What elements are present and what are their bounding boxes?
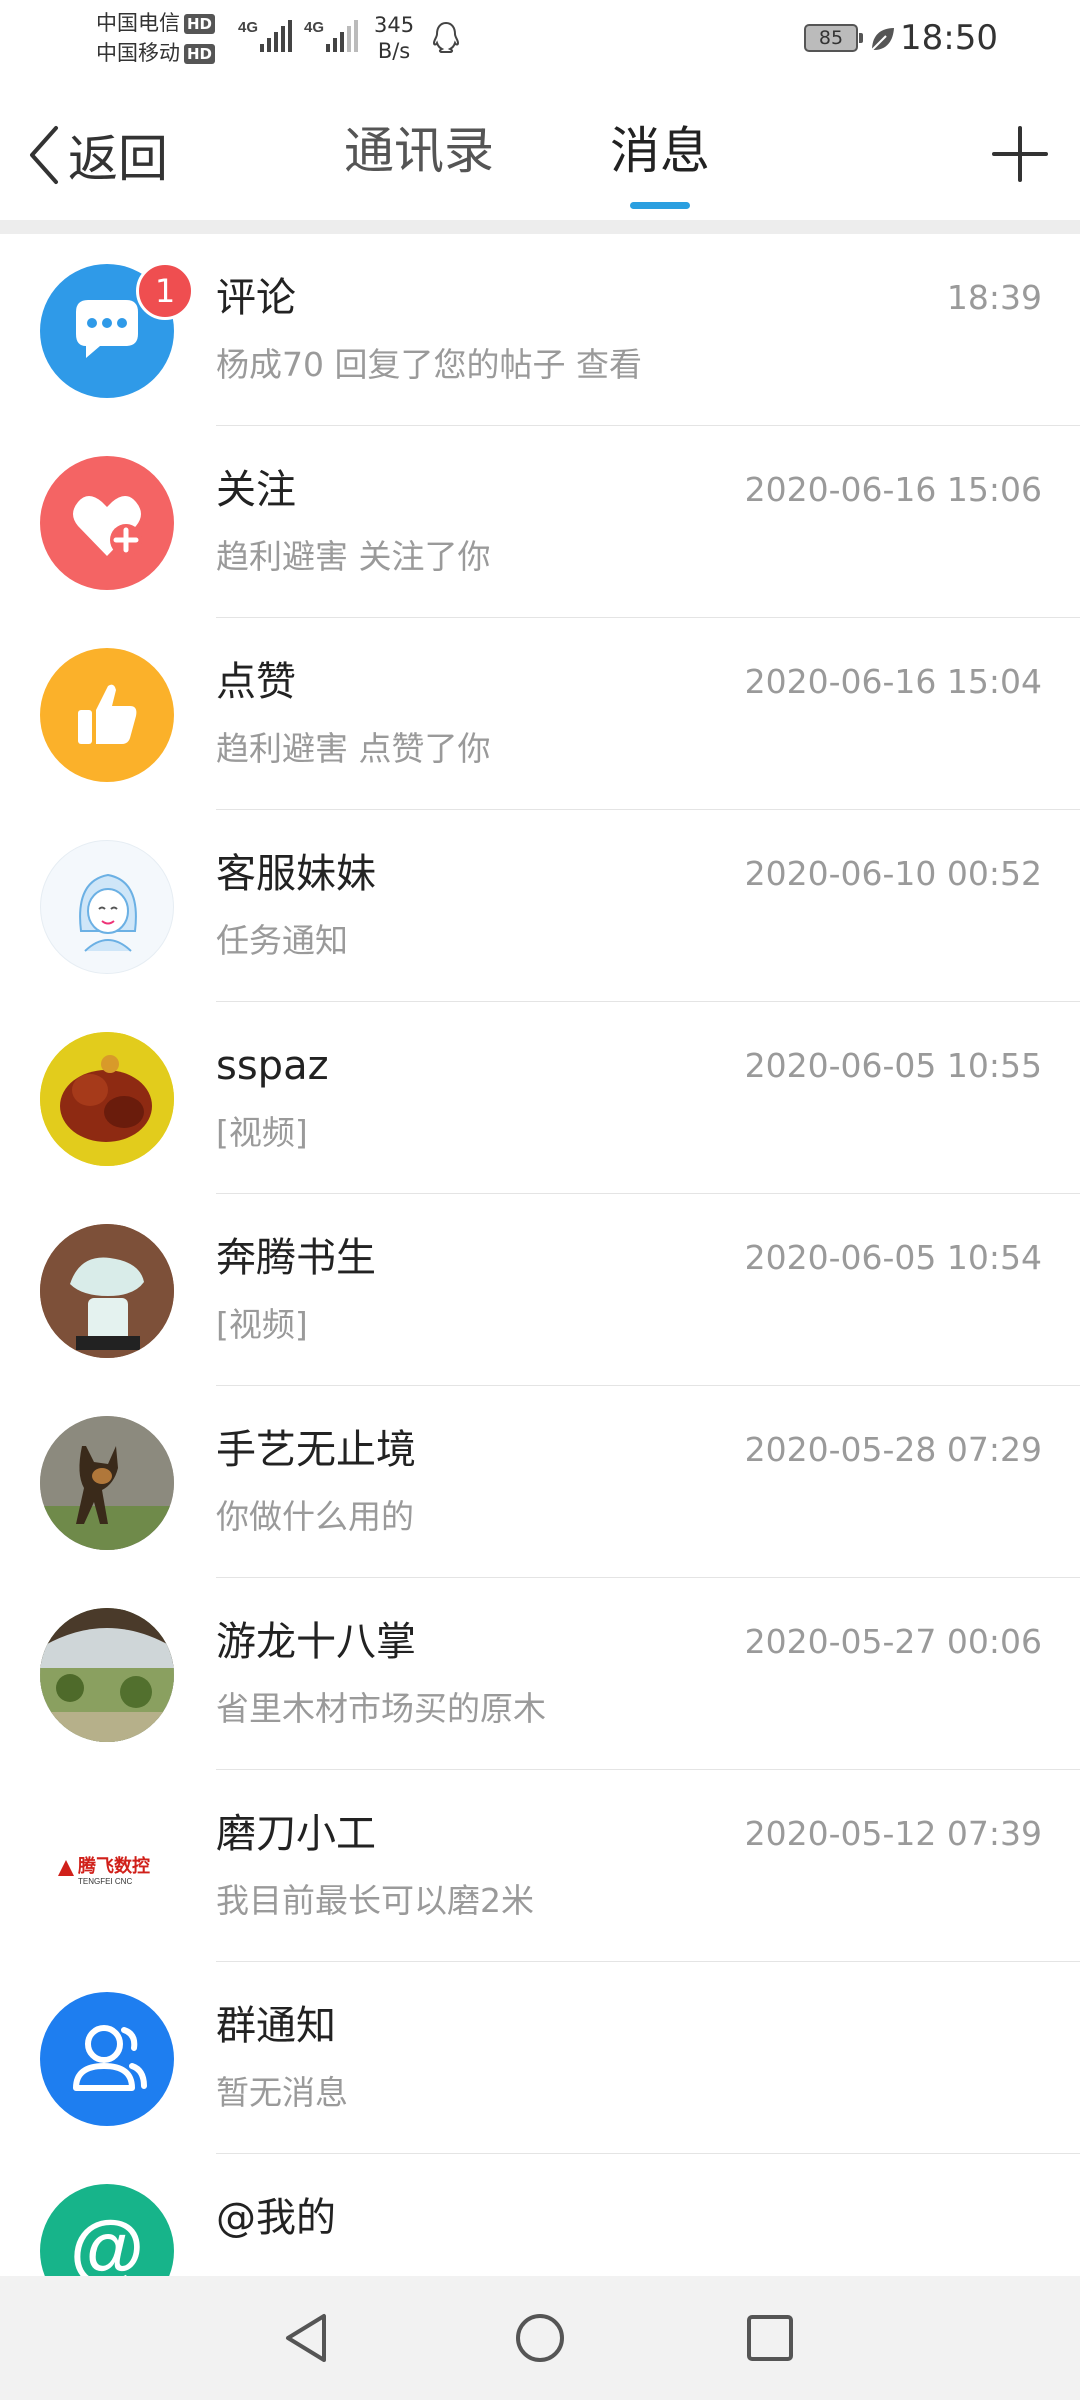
item-time: 2020-05-12 07:39 [744, 1814, 1042, 1853]
item-preview: [视频] [216, 1113, 308, 1152]
battery-level: 85 [818, 27, 844, 49]
list-item-group-notice[interactable]: 群通知 暂无消息 [0, 1962, 1080, 2154]
landscape-photo-avatar [40, 1608, 174, 1742]
heart-plus-icon [40, 456, 174, 590]
carving-photo-avatar [40, 1032, 174, 1166]
group-icon [40, 1992, 174, 2126]
item-title: 奔腾书生 [216, 1235, 376, 1281]
speed-unit: B/s [377, 39, 411, 63]
list-item-mentions[interactable]: @ @我的 [0, 2154, 1080, 2276]
leaf-icon [871, 28, 894, 51]
item-title: 群通知 [216, 2003, 336, 2049]
svg-text:@: @ [70, 2206, 144, 2276]
dog-photo-avatar [40, 1416, 174, 1550]
network-type-2: 4G [304, 19, 324, 36]
system-nav-bar [0, 2276, 1080, 2400]
thumbs-up-icon [40, 648, 174, 782]
item-preview: 杨成70 回复了您的帖子 查看 [216, 345, 642, 384]
tengfei-cnc-logo-avatar: 腾飞数控 TENGFEI CNC [40, 1800, 174, 1934]
item-time: 2020-05-28 07:29 [744, 1430, 1042, 1469]
chevron-left-icon [30, 126, 58, 184]
carrier-info: 中国电信 HD 中国移动 HD [96, 8, 216, 68]
battery-icon: 85 [804, 24, 863, 52]
clock: 18:50 [900, 18, 998, 58]
item-title: sspaz [216, 1043, 329, 1089]
logo-text: 腾飞数控 [78, 1855, 150, 1876]
network-type-1: 4G [238, 19, 258, 36]
jade-carving-avatar [40, 1224, 174, 1358]
signal-icon: 4G [238, 19, 292, 52]
back-label: 返回 [68, 130, 168, 188]
hd-badge: HD [184, 14, 216, 34]
logo-subtext: TENGFEI CNC [78, 1877, 132, 1886]
item-time: 2020-06-05 10:55 [744, 1046, 1042, 1085]
list-item-chat[interactable]: sspaz 2020-06-05 10:55 [视频] [0, 1002, 1080, 1194]
item-title: 评论 [216, 275, 296, 321]
list-item-comments[interactable]: 1 评论 18:39 杨成70 回复了您的帖子 查看 [0, 234, 1080, 426]
header-divider [0, 220, 1080, 234]
carrier-2: 中国移动 [96, 41, 180, 65]
item-title: @我的 [216, 2195, 336, 2241]
unread-badge: 1 [136, 262, 194, 320]
active-tab-indicator [630, 202, 690, 209]
item-title: 点赞 [216, 659, 296, 705]
list-item-chat[interactable]: 游龙十八掌 2020-05-27 00:06 省里木材市场买的原木 [0, 1578, 1080, 1770]
item-title: 磨刀小工 [216, 1811, 376, 1857]
item-title: 客服妹妹 [216, 851, 376, 897]
network-speed: 345 B/s [374, 12, 414, 64]
hd-badge: HD [184, 44, 216, 64]
carrier-1: 中国电信 [96, 11, 180, 35]
item-preview: 你做什么用的 [216, 1497, 414, 1536]
top-header: 返回 通讯录 消息 [0, 80, 1080, 220]
list-item-customer-service[interactable]: 客服妹妹 2020-06-10 00:52 任务通知 [0, 810, 1080, 1002]
item-preview: 省里木材市场买的原木 [216, 1689, 546, 1728]
message-list[interactable]: 1 评论 18:39 杨成70 回复了您的帖子 查看 关注 2020-06-16… [0, 234, 1080, 2276]
list-item-follows[interactable]: 关注 2020-06-16 15:06 趋利避害 关注了你 [0, 426, 1080, 618]
item-preview: 任务通知 [216, 921, 348, 960]
plus-icon[interactable] [990, 124, 1050, 184]
item-title: 手艺无止境 [216, 1427, 416, 1473]
item-preview: 我目前最长可以磨2米 [216, 1881, 534, 1920]
at-icon: @ [40, 2184, 174, 2276]
status-bar: 中国电信 HD 中国移动 HD 4G 4G 345 B/s 85 18:50 [0, 0, 1080, 80]
item-preview: [视频] [216, 1305, 308, 1344]
item-title: 游龙十八掌 [216, 1619, 416, 1665]
item-preview: 暂无消息 [216, 2073, 348, 2112]
nav-home-icon[interactable] [510, 2308, 570, 2368]
item-preview: 趋利避害 点赞了你 [216, 729, 491, 768]
item-time: 2020-06-10 00:52 [744, 854, 1042, 893]
item-preview: 趋利避害 关注了你 [216, 537, 491, 576]
list-item-likes[interactable]: 点赞 2020-06-16 15:04 趋利避害 点赞了你 [0, 618, 1080, 810]
tab-contacts[interactable]: 通讯录 [344, 116, 494, 186]
tab-messages[interactable]: 消息 [610, 116, 710, 186]
item-time: 2020-06-16 15:06 [744, 470, 1042, 509]
item-time: 2020-06-05 10:54 [744, 1238, 1042, 1277]
nav-back-icon[interactable] [278, 2308, 338, 2368]
item-time: 2020-05-27 00:06 [744, 1622, 1042, 1661]
item-time: 2020-06-16 15:04 [744, 662, 1042, 701]
item-time: 18:39 [946, 278, 1042, 317]
back-button[interactable]: 返回 [26, 120, 168, 190]
qq-icon [432, 21, 460, 53]
speed-value: 345 [374, 13, 415, 37]
list-item-chat[interactable]: 奔腾书生 2020-06-05 10:54 [视频] [0, 1194, 1080, 1386]
customer-service-avatar [40, 840, 174, 974]
list-item-chat[interactable]: 手艺无止境 2020-05-28 07:29 你做什么用的 [0, 1386, 1080, 1578]
signal-icon: 4G [304, 19, 358, 52]
nav-recents-icon[interactable] [740, 2308, 800, 2368]
list-item-chat[interactable]: 腾飞数控 TENGFEI CNC 磨刀小工 2020-05-12 07:39 我… [0, 1770, 1080, 1962]
item-title: 关注 [216, 467, 296, 513]
